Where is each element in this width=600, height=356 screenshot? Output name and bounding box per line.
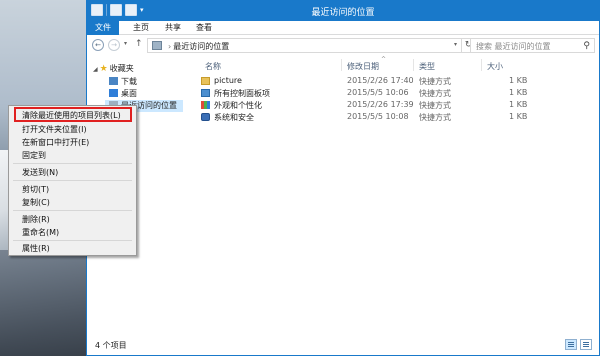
- title-bar: ▾ 最近访问的位置: [87, 1, 599, 21]
- sidebar-item-label: 下载: [121, 77, 137, 86]
- file-size: 1 KB: [509, 112, 528, 121]
- table-row[interactable]: picture 2015/2/26 17:40 快捷方式 1 KB: [191, 75, 551, 87]
- column-header-type[interactable]: 类型: [419, 61, 435, 72]
- up-arrow-icon[interactable]: ↑: [135, 39, 143, 49]
- menu-item-rename[interactable]: 重命名(M): [22, 227, 59, 238]
- desktop-icon: [109, 89, 118, 97]
- security-icon: [201, 113, 210, 121]
- file-type: 快捷方式: [419, 89, 451, 98]
- menu-item-copy[interactable]: 复制(C): [22, 197, 50, 208]
- details-view-icon[interactable]: [565, 339, 577, 350]
- file-size: 1 KB: [509, 88, 528, 97]
- collapse-arrow-icon[interactable]: ◢: [93, 66, 98, 73]
- sidebar-item-desktop[interactable]: 桌面: [109, 88, 137, 100]
- menu-item-clear-recent[interactable]: 清除最近使用的项目列表(L): [22, 110, 121, 121]
- file-type: 快捷方式: [419, 77, 451, 86]
- context-menu: 清除最近使用的项目列表(L) 打开文件夹位置(I) 在新窗口中打开(E) 固定到…: [8, 105, 137, 256]
- file-date: 2015/5/5 10:08: [347, 112, 409, 121]
- item-count: 4 个项目: [95, 341, 127, 350]
- folder-icon: [201, 77, 210, 85]
- explorer-window: ▾ 最近访问的位置 文件 主页 共享 查看 ← → ▾ ↑ › 最近访问的位置 ▾…: [86, 0, 600, 356]
- menu-item-properties[interactable]: 属性(R): [22, 243, 50, 254]
- window-title: 最近访问的位置: [311, 8, 375, 18]
- search-placeholder: 搜索 最近访问的位置: [476, 42, 551, 51]
- menu-separator: [13, 180, 132, 181]
- downloads-icon: [109, 77, 118, 85]
- file-name: 系统和安全: [214, 113, 254, 122]
- control-panel-icon: [201, 89, 210, 97]
- personalization-icon: [201, 101, 210, 109]
- file-name: 外观和个性化: [214, 101, 262, 110]
- column-divider[interactable]: [413, 59, 414, 71]
- file-date: 2015/2/26 17:39: [347, 100, 414, 109]
- sort-indicator-icon: ^: [381, 56, 387, 63]
- file-type: 快捷方式: [419, 113, 451, 122]
- breadcrumb[interactable]: 最近访问的位置: [173, 42, 229, 51]
- sidebar-item-downloads[interactable]: 下载: [109, 76, 137, 88]
- breadcrumb-chevron-icon[interactable]: ›: [168, 42, 171, 51]
- search-input[interactable]: 搜索 最近访问的位置 ⚲: [470, 38, 595, 53]
- menu-item-open-folder-location[interactable]: 打开文件夹位置(I): [22, 124, 87, 135]
- star-icon: ★: [99, 64, 108, 74]
- file-date: 2015/5/5 10:06: [347, 88, 409, 97]
- column-header-size[interactable]: 大小: [487, 61, 503, 72]
- menu-item-pin-to[interactable]: 固定到: [22, 150, 46, 161]
- sidebar-item-label: 收藏夹: [109, 64, 134, 73]
- file-size: 1 KB: [509, 76, 528, 85]
- tab-home[interactable]: 主页: [125, 21, 157, 35]
- recent-pages-dropdown-icon[interactable]: ▾: [124, 40, 127, 47]
- location-icon: [152, 41, 162, 50]
- menu-item-open-new-window[interactable]: 在新窗口中打开(E): [22, 137, 89, 148]
- column-divider[interactable]: [341, 59, 342, 71]
- menu-item-delete[interactable]: 删除(R): [22, 214, 50, 225]
- file-name: picture: [214, 76, 242, 85]
- table-row[interactable]: 外观和个性化 2015/2/26 17:39 快捷方式 1 KB: [191, 99, 551, 111]
- tab-view[interactable]: 查看: [188, 21, 220, 35]
- search-icon[interactable]: ⚲: [583, 41, 590, 51]
- file-list: ^ 名称 修改日期 类型 大小 picture 2015/2/26 17:40 …: [191, 56, 599, 335]
- menu-separator: [13, 240, 132, 241]
- table-row[interactable]: 系统和安全 2015/5/5 10:08 快捷方式 1 KB: [191, 111, 551, 123]
- column-divider[interactable]: [481, 59, 482, 71]
- tab-share[interactable]: 共享: [157, 21, 189, 35]
- file-name: 所有控制面板项: [214, 89, 270, 98]
- address-bar-row: ← → ▾ ↑ › 最近访问的位置 ▾ ↻ 搜索 最近访问的位置 ⚲: [87, 35, 599, 57]
- large-icons-view-icon[interactable]: [580, 339, 592, 350]
- sidebar-item-label: 桌面: [121, 89, 137, 98]
- table-row[interactable]: 所有控制面板项 2015/5/5 10:06 快捷方式 1 KB: [191, 87, 551, 99]
- menu-item-send-to[interactable]: 发送到(N): [22, 167, 58, 178]
- menu-separator: [13, 163, 132, 164]
- address-dropdown-icon[interactable]: ▾: [454, 41, 457, 48]
- menu-item-cut[interactable]: 剪切(T): [22, 184, 49, 195]
- back-arrow-icon[interactable]: ←: [92, 39, 104, 51]
- column-header-name[interactable]: 名称: [205, 61, 221, 72]
- address-field[interactable]: › 最近访问的位置 ▾: [147, 38, 462, 53]
- sidebar-item-favorites[interactable]: ◢ ★ 收藏夹: [93, 63, 134, 75]
- file-date: 2015/2/26 17:40: [347, 76, 414, 85]
- column-header-date[interactable]: 修改日期: [347, 61, 379, 72]
- forward-arrow-icon[interactable]: →: [108, 39, 120, 51]
- menu-separator: [13, 210, 132, 211]
- file-size: 1 KB: [509, 100, 528, 109]
- file-type: 快捷方式: [419, 101, 451, 110]
- ribbon-tabs: 文件 主页 共享 查看: [87, 21, 599, 35]
- status-bar: 4 个项目: [87, 335, 599, 355]
- tab-file[interactable]: 文件: [87, 21, 119, 35]
